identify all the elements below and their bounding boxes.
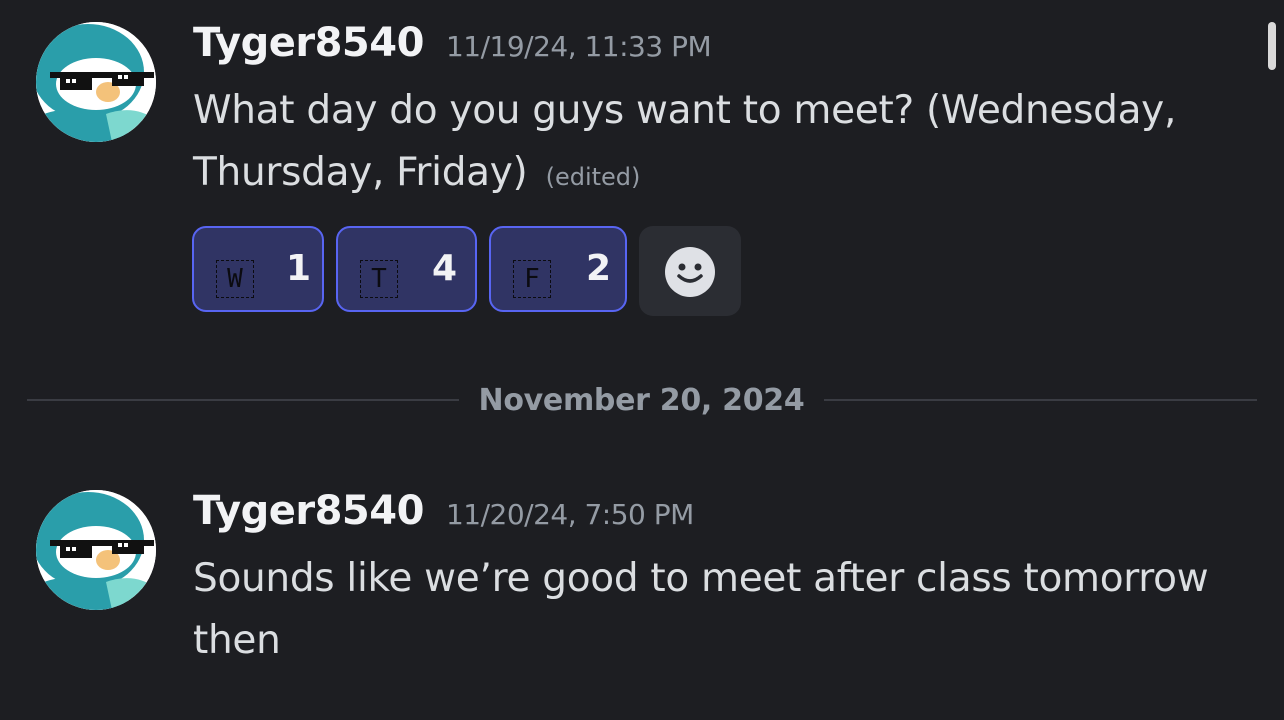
username[interactable]: Tyger8540: [193, 488, 424, 534]
date-divider: November 20, 2024: [27, 384, 1257, 418]
edited-label: (edited): [545, 163, 641, 191]
regional-indicator-t-icon: T: [360, 260, 398, 298]
message-timestamp: 11/20/24, 7:50 PM: [445, 498, 694, 531]
add-reaction-button[interactable]: [639, 226, 741, 316]
scrollbar-thumb[interactable]: [1268, 22, 1276, 70]
chat-view: Tyger8540 11/19/24, 11:33 PM What day do …: [0, 0, 1284, 720]
date-divider-label: November 20, 2024: [478, 383, 805, 418]
reaction-w-button[interactable]: W 1: [192, 226, 324, 312]
regional-indicator-w-icon: W: [216, 260, 254, 298]
message-content: Sounds like we’re good to meet after cla…: [193, 548, 1233, 672]
regional-indicator-f-icon: F: [513, 260, 551, 298]
divider-line: [824, 399, 1257, 401]
message-header: Tyger8540 11/20/24, 7:50 PM: [193, 488, 694, 540]
reaction-count: 1: [286, 248, 312, 289]
username[interactable]: Tyger8540: [193, 20, 424, 66]
divider-line: [27, 399, 459, 401]
penguin-sunglasses-avatar-icon: [36, 490, 156, 610]
message-text: Sounds like we’re good to meet after cla…: [193, 556, 1209, 663]
reaction-t-button[interactable]: T 4: [336, 226, 477, 312]
message-content: What day do you guys want to meet? (Wedn…: [193, 80, 1233, 208]
reaction-count: 4: [432, 248, 458, 289]
message-timestamp: 11/19/24, 11:33 PM: [445, 30, 712, 63]
message-text: What day do you guys want to meet? (Wedn…: [193, 88, 1177, 195]
message-header: Tyger8540 11/19/24, 11:33 PM: [193, 20, 712, 72]
user-avatar[interactable]: [36, 490, 156, 610]
add-reaction-smiley-icon: [665, 247, 715, 297]
reaction-count: 2: [586, 248, 612, 289]
penguin-sunglasses-avatar-icon: [36, 22, 156, 142]
user-avatar[interactable]: [36, 22, 156, 142]
reaction-f-button[interactable]: F 2: [489, 226, 627, 312]
